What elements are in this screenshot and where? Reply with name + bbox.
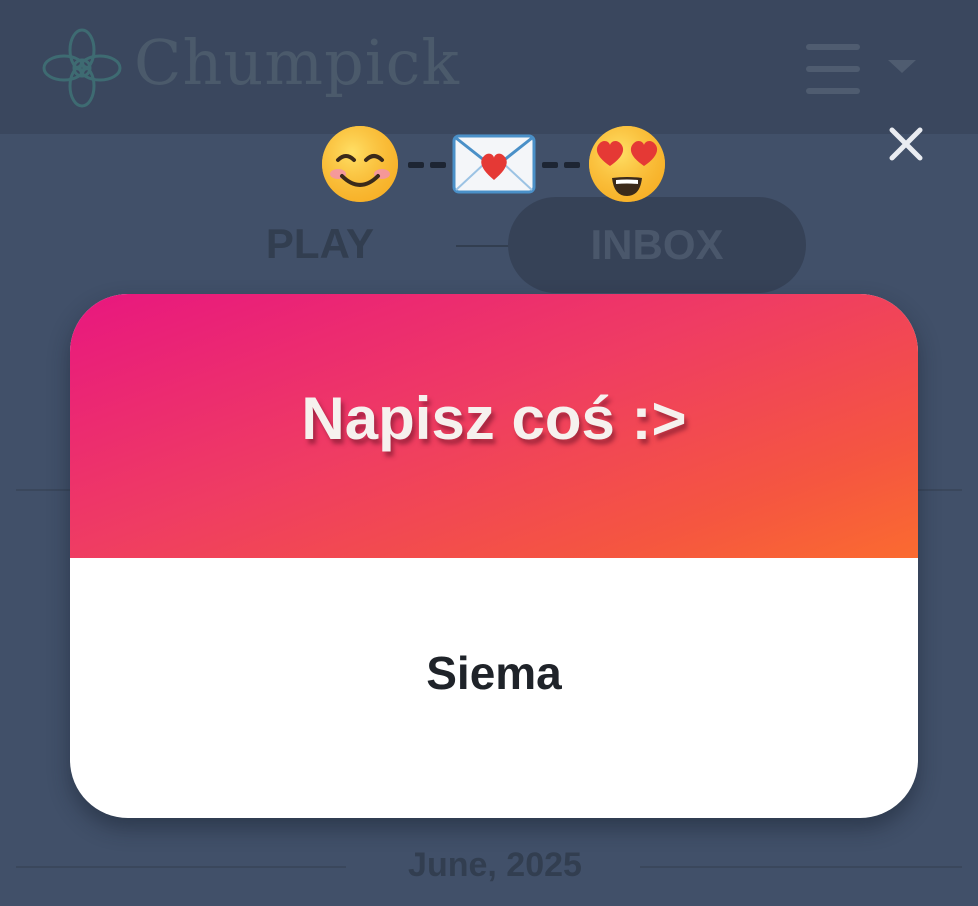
hamburger-menu-button[interactable]	[806, 44, 862, 96]
heart-eyes-face-icon	[589, 126, 665, 202]
date-divider-right	[640, 866, 962, 868]
dash-separator	[408, 162, 448, 168]
message-card: Napisz coś :> Siema	[70, 294, 918, 818]
date-header: June, 2025	[408, 846, 582, 884]
card-title: Napisz coś :>	[301, 385, 687, 452]
card-header: Napisz coś :>	[70, 294, 918, 558]
top-navigation-bar: Chumpick	[0, 0, 978, 134]
chevron-down-icon[interactable]	[888, 60, 916, 73]
tab-inbox[interactable]: INBOX	[508, 197, 806, 293]
dash-separator	[542, 162, 582, 168]
tab-divider	[456, 245, 516, 247]
smiling-face-icon	[322, 126, 398, 202]
brand-logo-icon	[42, 28, 122, 108]
tab-play[interactable]: PLAY	[240, 220, 400, 268]
message-text: Siema	[426, 647, 562, 699]
emoji-header	[318, 124, 670, 204]
date-divider-left	[16, 866, 346, 868]
close-button[interactable]	[884, 122, 928, 166]
love-letter-icon	[452, 134, 536, 194]
brand-name: Chumpick	[134, 26, 460, 99]
close-icon	[889, 127, 923, 161]
